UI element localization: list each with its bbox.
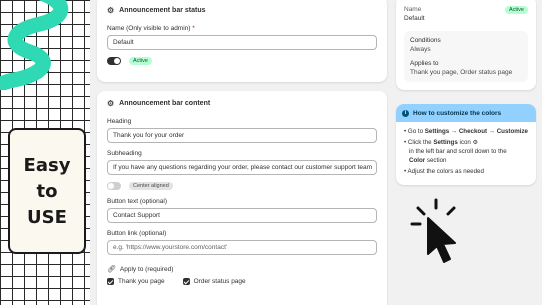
step2-end: section [426, 157, 447, 164]
status-card-header: ⚙ Announcement bar status [107, 6, 377, 15]
summary-name-label: Name [404, 6, 422, 13]
button-text-input[interactable]: Contact Support [107, 208, 377, 223]
gear-icon: ⚙ [107, 99, 115, 108]
button-link-input[interactable]: e.g. 'https://www.yourstore.com/contact' [107, 240, 377, 255]
promo-line-2: to [36, 180, 58, 202]
promo-line-1: Easy [23, 154, 71, 176]
name-input[interactable]: Default [107, 35, 377, 50]
summary-name-value: Default [404, 15, 425, 22]
info-icon: i [402, 109, 409, 117]
customize-colors-card: i How to customize the colors • Go to Se… [396, 104, 536, 185]
active-badge: Active [129, 57, 152, 65]
heading-label: Heading [107, 118, 132, 125]
summary-name-row: Name Default Active [404, 6, 528, 22]
content-card-header: ⚙ Announcement bar content [107, 99, 377, 108]
step2-pre: Click the [407, 139, 432, 146]
name-input-value: Default [113, 39, 134, 46]
heading-input-value: Thank you for your order [113, 132, 185, 139]
info-card-title: How to customize the colors [413, 109, 502, 117]
steps-list: • Go to Settings → Checkout → Customize … [396, 122, 536, 176]
subheading-label: Subheading [107, 150, 142, 157]
step3-text: Adjust the colors as needed [407, 168, 484, 175]
conditions-label: Conditions [410, 37, 441, 44]
button-text-label: Button text (optional) [107, 198, 167, 205]
order-status-page-label: Order status page [193, 278, 246, 285]
gear-icon: ⚙ [107, 6, 115, 15]
arrow: → [450, 128, 458, 135]
conditions-value: Always [410, 46, 431, 53]
subheading-input[interactable]: If you have any questions regarding your… [107, 160, 377, 175]
apply-checkboxes: Thank you page Order status page [107, 278, 377, 285]
arrow: → [488, 128, 495, 135]
name-label: Name (Only visible to admin) * [107, 25, 377, 32]
step2-color: Color [409, 157, 426, 164]
step1-settings: Settings [424, 128, 450, 135]
apply-to-label: Apply to (required) [119, 265, 174, 273]
status-card-title: Announcement bar status [119, 7, 206, 14]
gear-icon: ⚙ [472, 139, 479, 146]
toggle-knob [114, 58, 120, 64]
link-icon: 🔗︎ [107, 266, 116, 273]
info-card-header: i How to customize the colors [396, 104, 536, 122]
required-marker: * [192, 25, 195, 32]
heading-input[interactable]: Thank you for your order [107, 128, 377, 143]
summary-name-block: Name Default [404, 6, 425, 22]
subheading-input-value: If you have any questions regarding your… [113, 164, 373, 171]
order-status-page-checkbox[interactable] [182, 278, 190, 285]
step1-pre: Go to [407, 128, 424, 135]
button-link-placeholder: e.g. 'https://www.yourstore.com/contact' [113, 244, 228, 251]
teal-squiggle-top [0, 0, 69, 90]
step-2: • Click the Settings icon ⚙ in the left … [404, 139, 507, 164]
step2-line2: in the left bar and scroll down to the [409, 148, 507, 155]
name-label-text: Name (Only visible to admin) [107, 25, 191, 32]
button-text-input-value: Contact Support [113, 212, 160, 219]
step1-customize: Customize [496, 128, 528, 135]
announcement-status-card: ⚙ Announcement bar status Name (Only vis… [97, 0, 387, 82]
content-card-title: Announcement bar content [119, 100, 211, 107]
center-toggle-row: Center aligned [107, 182, 377, 190]
step1-checkout: Checkout [458, 128, 488, 135]
thank-you-page-label: Thank you page [118, 278, 165, 285]
promo-line-3: USE [27, 206, 67, 228]
applies-to-label: Applies to [410, 60, 439, 67]
easy-to-use-card: Easy to USE [8, 128, 86, 254]
apply-to-row: 🔗︎ Apply to (required) [107, 265, 377, 274]
step2-mid: icon [459, 139, 471, 146]
active-toggle[interactable] [107, 57, 121, 65]
step2-settings: Settings [433, 139, 458, 146]
center-aligned-badge: Center aligned [129, 182, 173, 190]
step-3: • Adjust the colors as needed [404, 168, 484, 175]
summary-card: Name Default Active Conditions Always Ap… [396, 0, 536, 90]
center-align-toggle[interactable] [107, 182, 121, 190]
announcement-content-card: ⚙ Announcement bar content Heading Thank… [97, 91, 387, 305]
status-toggle-row: Active [107, 57, 377, 65]
step-1: • Go to Settings → Checkout → Customize [404, 128, 528, 135]
summary-details-box: Conditions Always Applies to Thank you p… [404, 31, 528, 82]
summary-active-badge: Active [505, 6, 528, 14]
toggle-knob [108, 183, 114, 189]
button-link-label: Button link (optional) [107, 230, 167, 237]
applies-to-value: Thank you page, Order status page [410, 69, 513, 76]
thank-you-page-checkbox[interactable] [107, 278, 114, 285]
